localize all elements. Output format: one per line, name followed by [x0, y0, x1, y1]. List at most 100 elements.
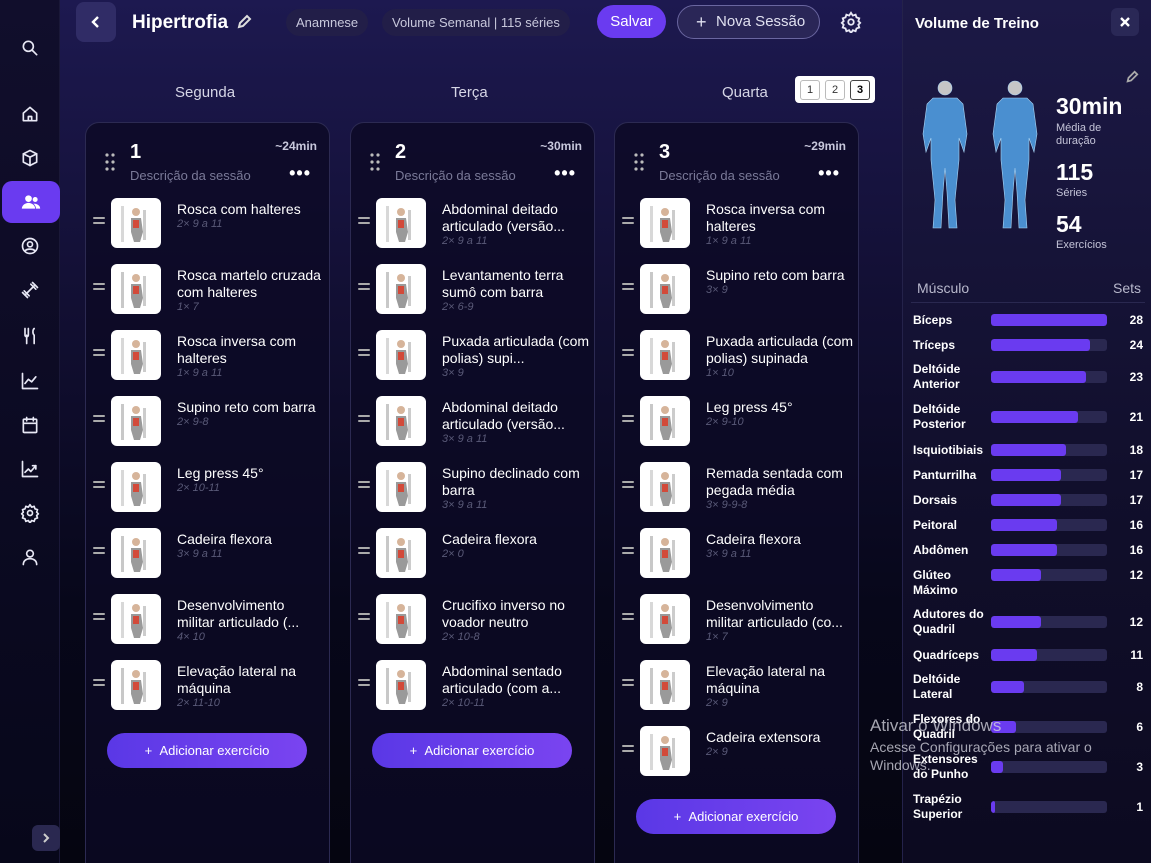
exercise-reps: 2× 9 [706, 746, 728, 758]
muscle-sets: 8 [1136, 680, 1143, 694]
drag-handle-icon[interactable] [358, 415, 370, 425]
drag-handle-icon[interactable] [622, 745, 634, 755]
expand-sidebar-icon[interactable] [32, 825, 60, 851]
add-exercise-button[interactable]: + Adicionar exercício [372, 733, 572, 768]
muscle-name: Panturrilha [913, 468, 977, 482]
exercise-row[interactable]: Elevação lateral na máquina 2× 11-10 [86, 655, 331, 715]
line-chart-icon[interactable] [14, 365, 46, 397]
exercise-row[interactable]: Elevação lateral na máquina 2× 9 [615, 655, 860, 715]
drag-handle-icon[interactable] [93, 217, 105, 227]
exercise-row[interactable]: Rosca com halteres 2× 9 a 11 [86, 193, 331, 253]
exercise-row[interactable]: Cadeira flexora 2× 0 [351, 523, 596, 583]
session-description[interactable]: Descrição da sessão [130, 168, 251, 183]
fork-knife-icon[interactable] [14, 320, 46, 352]
exercise-thumbnail [111, 396, 161, 446]
more-options-icon[interactable]: ••• [554, 163, 576, 184]
settings-icon[interactable] [14, 497, 46, 529]
exercise-row[interactable]: Supino declinado com barra 3× 9 a 11 [351, 457, 596, 517]
drag-handle-icon[interactable] [622, 613, 634, 623]
back-button[interactable] [76, 2, 116, 42]
drag-handle-icon[interactable] [93, 481, 105, 491]
more-options-icon[interactable]: ••• [289, 163, 311, 184]
exercise-row[interactable]: Supino reto com barra 2× 9-8 [86, 391, 331, 451]
exercise-thumbnail [376, 198, 426, 248]
drag-handle-icon[interactable] [105, 153, 115, 171]
drag-handle-icon[interactable] [93, 613, 105, 623]
exercise-row[interactable]: Puxada articulada (com polias) supinada 1… [615, 325, 860, 385]
dumbbell-icon[interactable] [14, 274, 46, 306]
exercise-row[interactable]: Cadeira flexora 3× 9 a 11 [615, 523, 860, 583]
drag-handle-icon[interactable] [358, 349, 370, 359]
trend-chart-icon[interactable] [14, 453, 46, 485]
drag-handle-icon[interactable] [622, 217, 634, 227]
user-circle-icon[interactable] [14, 230, 46, 262]
exercise-row[interactable]: Cadeira flexora 3× 9 a 11 [86, 523, 331, 583]
exercise-row[interactable]: Rosca inversa com halteres 1× 9 a 11 [86, 325, 331, 385]
add-exercise-button[interactable]: + Adicionar exercício [107, 733, 307, 768]
drag-handle-icon[interactable] [358, 613, 370, 623]
close-icon[interactable] [1111, 8, 1139, 36]
drag-handle-icon[interactable] [358, 481, 370, 491]
session-description[interactable]: Descrição da sessão [395, 168, 516, 183]
drag-handle-icon[interactable] [358, 547, 370, 557]
more-options-icon[interactable]: ••• [818, 163, 840, 184]
exercise-row[interactable]: Abdominal deitado articulado (versão... 2… [351, 193, 596, 253]
home-icon[interactable] [14, 98, 46, 130]
exercise-row[interactable]: Levantamento terra sumô com barra 2× 6-9 [351, 259, 596, 319]
muscle-bar [991, 469, 1107, 481]
drag-handle-icon[interactable] [93, 415, 105, 425]
gear-icon[interactable] [840, 11, 862, 35]
drag-handle-icon[interactable] [622, 283, 634, 293]
save-button[interactable]: Salvar [597, 5, 666, 38]
calendar-icon[interactable] [14, 409, 46, 441]
volume-chip[interactable]: Volume Semanal | 115 séries [382, 9, 570, 36]
search-icon[interactable] [14, 32, 46, 64]
exercise-row[interactable]: Rosca martelo cruzada com halteres 1× 7 [86, 259, 331, 319]
muscle-bar-fill [991, 411, 1078, 423]
page-button[interactable]: 2 [825, 79, 845, 100]
drag-handle-icon[interactable] [622, 547, 634, 557]
drag-handle-icon[interactable] [370, 153, 380, 171]
exercise-thumbnail [111, 264, 161, 314]
drag-handle-icon[interactable] [358, 283, 370, 293]
pencil-icon[interactable] [1125, 70, 1139, 84]
add-exercise-button[interactable]: + Adicionar exercício [636, 799, 836, 834]
profile-icon[interactable] [14, 541, 46, 573]
drag-handle-icon[interactable] [358, 217, 370, 227]
drag-handle-icon[interactable] [93, 679, 105, 689]
exercise-row[interactable]: Rosca inversa com halteres 1× 9 a 11 [615, 193, 860, 253]
new-session-button[interactable]: + Nova Sessão [677, 5, 820, 39]
exercise-row[interactable]: Cadeira extensora 2× 9 [615, 721, 860, 781]
drag-handle-icon[interactable] [622, 415, 634, 425]
exercise-row[interactable]: Supino reto com barra 3× 9 [615, 259, 860, 319]
exercise-row[interactable]: Remada sentada com pegada média 3× 9-9-8 [615, 457, 860, 517]
chevron-left-icon [91, 16, 99, 28]
drag-handle-icon[interactable] [634, 153, 644, 171]
drag-handle-icon[interactable] [93, 349, 105, 359]
exercise-row[interactable]: Crucifixo inverso no voador neutro 2× 10-… [351, 589, 596, 649]
users-icon[interactable] [2, 181, 60, 223]
anamnese-chip[interactable]: Anamnese [286, 9, 369, 36]
muscle-bar-fill [991, 569, 1041, 581]
exercise-row[interactable]: Leg press 45° 2× 9-10 [615, 391, 860, 451]
drag-handle-icon[interactable] [622, 481, 634, 491]
session-description[interactable]: Descrição da sessão [659, 168, 780, 183]
drag-handle-icon[interactable] [93, 547, 105, 557]
box-icon[interactable] [14, 142, 46, 174]
exercise-row[interactable]: Desenvolvimento militar articulado (... 4… [86, 589, 331, 649]
drag-handle-icon[interactable] [622, 349, 634, 359]
drag-handle-icon[interactable] [622, 679, 634, 689]
page-button[interactable]: 1 [800, 79, 820, 100]
exercise-row[interactable]: Leg press 45° 2× 10-11 [86, 457, 331, 517]
exercise-thumbnail [111, 462, 161, 512]
exercise-row[interactable]: Abdominal deitado articulado (versão... 3… [351, 391, 596, 451]
exercise-row[interactable]: Desenvolvimento militar articulado (co..… [615, 589, 860, 649]
exercise-row[interactable]: Puxada articulada (com polias) supi... 3×… [351, 325, 596, 385]
edit-title-icon[interactable] [236, 14, 252, 30]
avg-duration-label: Média de duração [1056, 122, 1102, 147]
exercise-row[interactable]: Abdominal sentado articulado (com a... 2×… [351, 655, 596, 715]
drag-handle-icon[interactable] [358, 679, 370, 689]
page-button-active[interactable]: 3 [850, 79, 870, 100]
muscle-sets: 21 [1129, 410, 1143, 424]
drag-handle-icon[interactable] [93, 283, 105, 293]
